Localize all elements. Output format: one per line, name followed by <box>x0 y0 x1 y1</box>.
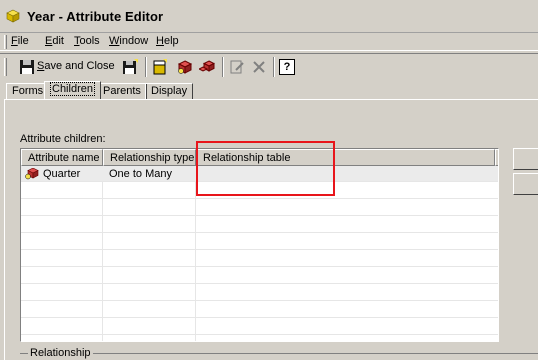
tab-forms[interactable]: Forms <box>6 83 50 99</box>
menu-edit[interactable]: Edit <box>45 35 64 47</box>
new-attribute-button[interactable] <box>152 57 170 77</box>
delete-button[interactable] <box>251 57 269 77</box>
attribute-children-label: Attribute children: <box>20 133 106 145</box>
menu-help[interactable]: Help <box>156 35 179 47</box>
menu-bar: File Edit Tools Window Help <box>0 33 538 51</box>
floppy-disk-icon <box>20 60 34 74</box>
child-attribute-button[interactable] <box>199 57 217 77</box>
table-row <box>21 319 498 335</box>
tab-strip: Forms Children Parents Display <box>0 81 538 99</box>
column-header-filler <box>495 149 498 166</box>
attribute-children-grid[interactable]: Attribute name Relationship type Relatio… <box>20 148 499 342</box>
table-row <box>21 251 498 267</box>
attribute-form-icon <box>177 60 193 74</box>
table-row <box>21 268 498 284</box>
toolbar-grip <box>4 58 7 76</box>
relationship-groupbox <box>20 353 538 354</box>
attribute-children-icon <box>199 60 215 72</box>
table-row <box>21 302 498 318</box>
save-and-close-button[interactable]: Save and Close <box>16 57 116 77</box>
table-row <box>21 234 498 250</box>
column-header-relationship-type[interactable]: Relationship type <box>103 149 196 166</box>
side-button[interactable] <box>513 173 538 195</box>
attribute-form-button[interactable] <box>177 57 195 77</box>
side-button[interactable] <box>513 148 538 170</box>
toolbar-separator <box>222 57 224 77</box>
save-button[interactable] <box>122 57 140 77</box>
grid-header: Attribute name Relationship type Relatio… <box>21 149 498 166</box>
table-row <box>21 217 498 233</box>
attribute-name-cell[interactable]: Quarter <box>21 166 103 182</box>
attribute-icon <box>25 168 39 180</box>
table-row <box>21 183 498 199</box>
attribute-cube-icon <box>6 9 20 23</box>
tab-display[interactable]: Display <box>145 83 194 99</box>
modify-button[interactable] <box>229 57 247 77</box>
help-question-icon: ? <box>283 61 291 73</box>
column-header-relationship-table[interactable]: Relationship table <box>196 149 495 166</box>
column-header-attribute-name[interactable]: Attribute name <box>21 149 103 166</box>
menu-file[interactable]: File <box>11 35 29 47</box>
menu-tools[interactable]: Tools <box>74 35 100 47</box>
table-row[interactable]: Quarter One to Many <box>21 166 498 182</box>
relationship-table-cell[interactable] <box>196 166 496 182</box>
table-row <box>21 285 498 301</box>
window-title: Year - Attribute Editor <box>27 9 164 24</box>
toolbar: Save and Close ? <box>0 53 538 79</box>
menu-window[interactable]: Window <box>109 35 148 47</box>
modify-disabled-icon <box>230 60 244 74</box>
new-document-icon <box>153 59 167 75</box>
toolbar-separator <box>145 57 147 77</box>
tab-children[interactable]: Children <box>44 81 101 99</box>
floppy-save-icon <box>123 59 138 74</box>
tab-parents[interactable]: Parents <box>97 83 147 99</box>
toolbar-separator <box>273 57 275 77</box>
title-bar: Year - Attribute Editor <box>0 0 538 33</box>
table-row <box>21 200 498 216</box>
help-button[interactable]: ? <box>279 59 295 75</box>
delete-x-icon <box>253 61 265 73</box>
attribute-name-text: Quarter <box>43 168 81 180</box>
relationship-type-cell[interactable]: One to Many <box>103 166 196 182</box>
relationship-group-label: Relationship <box>28 347 93 359</box>
menu-grip <box>4 35 7 49</box>
